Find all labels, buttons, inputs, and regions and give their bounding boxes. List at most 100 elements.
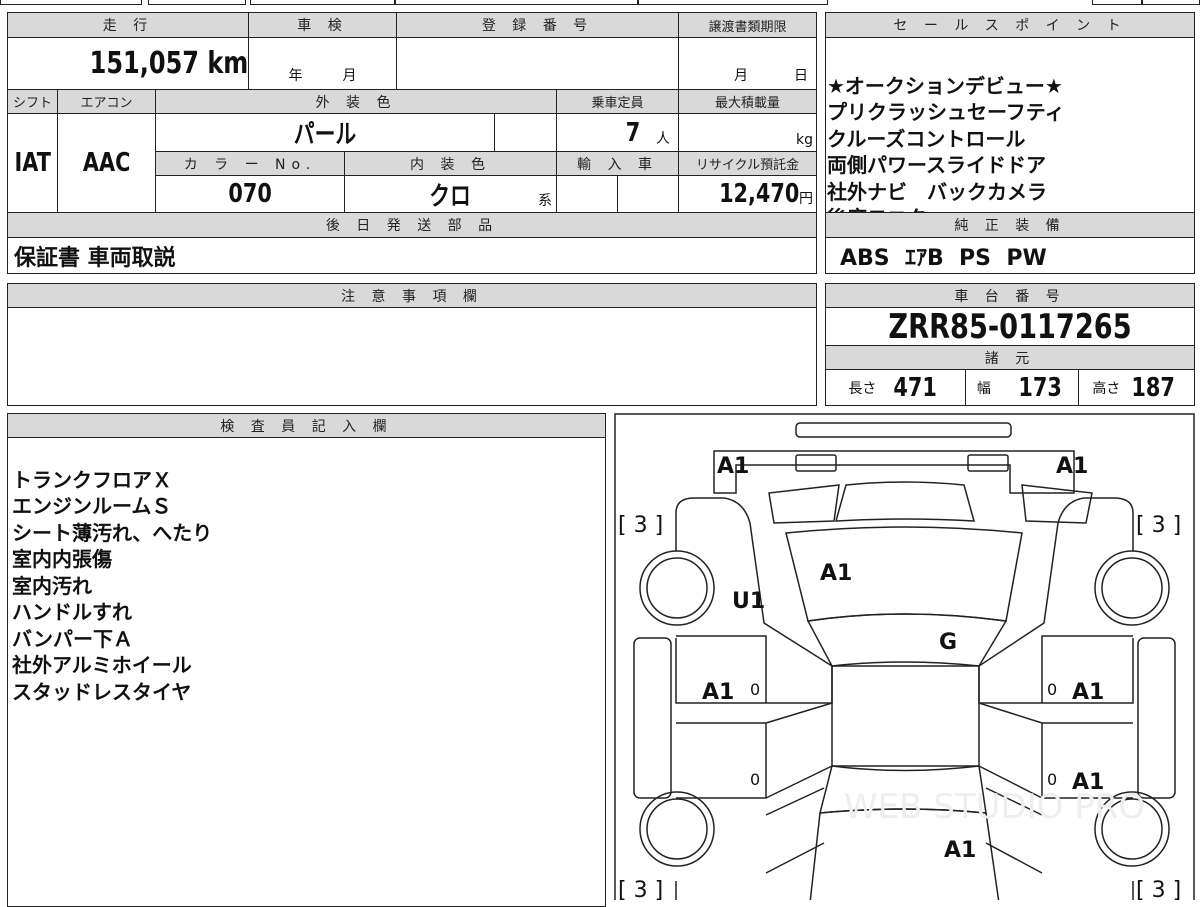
length-value: 471 <box>893 372 938 403</box>
inspector-label: 検 査 員 記 入 欄 <box>7 413 606 438</box>
hood-shape <box>768 481 1093 524</box>
top-strip-cell <box>638 0 828 5</box>
import-value-2 <box>617 175 679 213</box>
day-text: 日 <box>794 68 808 84</box>
notes-box <box>7 307 817 406</box>
damage-mark: G <box>939 630 957 655</box>
inspector-item: スタッドレスタイヤ <box>12 679 192 704</box>
inspector-item: 社外アルミホイール <box>12 653 192 677</box>
sales-point: プリクラッシュセーフティ <box>827 100 1065 124</box>
damage-mark: U1 <box>732 589 765 614</box>
max-load-label: 最大積載量 <box>678 89 817 114</box>
hood-front-shape <box>713 450 1075 494</box>
height-label: 高さ <box>1092 380 1121 397</box>
width-cell: 幅 173 <box>965 369 1079 406</box>
registration-value <box>396 37 679 90</box>
tire-tread: [ 3 ] <box>618 513 663 538</box>
int-color-value: クロ 系 <box>344 175 557 213</box>
ac-value: AAC <box>57 113 156 213</box>
height-cell: 高さ 187 <box>1078 369 1195 406</box>
recycle-unit: 円 <box>799 191 813 207</box>
top-strip-cell <box>1142 0 1200 5</box>
chassis-label: 車 台 番 号 <box>825 283 1195 308</box>
damage-mark: A1 <box>702 680 734 705</box>
sales-point: 社外ナビ バックカメラ <box>827 179 1047 204</box>
zero-mark: 0 <box>750 770 760 789</box>
month-text: 月 <box>342 68 357 84</box>
equipment-value: ABS ｴｱB PS PW <box>825 237 1195 274</box>
zero-mark: 0 <box>1047 680 1057 699</box>
mileage-text: 151,057 km <box>89 46 248 81</box>
ext-color-value: パール <box>155 113 495 152</box>
right-front-fender <box>978 497 1134 704</box>
sales-point: 両側パワースライドドア <box>827 153 1046 177</box>
int-color-text: クロ <box>429 181 472 212</box>
color-no-text: 070 <box>228 179 272 209</box>
capacity-value: 7人 <box>556 113 679 152</box>
inspector-item: トランクフロアＸ <box>12 467 172 492</box>
ext-color-extra <box>494 113 557 152</box>
inspector-item: バンパー下Ａ <box>12 626 133 651</box>
roof-front-shape <box>806 613 1008 667</box>
int-color-label: 内 装 色 <box>344 151 557 176</box>
ac-text: AAC <box>82 148 131 178</box>
length-label: 長さ <box>848 380 877 397</box>
damage-mark: A1 <box>1056 454 1088 479</box>
width-label: 幅 <box>976 380 991 397</box>
month-text: 月 <box>734 68 748 84</box>
shift-label: シフト <box>7 89 58 114</box>
right-step <box>1137 637 1176 799</box>
front-bumper-shape <box>795 422 1012 438</box>
shift-value: IAT <box>7 113 58 213</box>
damage-mark: A1 <box>944 838 976 863</box>
color-no-label: カ ラ ー No. <box>155 151 345 176</box>
ac-label: エアコン <box>57 89 156 114</box>
color-no-value: 070 <box>155 175 345 213</box>
load-unit: kg <box>796 132 813 148</box>
roof-shape <box>831 665 980 767</box>
year-text: 年 <box>288 68 303 84</box>
mileage-value: 151,057 km <box>7 37 249 90</box>
sales-point: ★オークションデビュー★ <box>827 73 1063 98</box>
transfer-deadline-label: 譲渡書類期限 <box>678 12 817 38</box>
inspector-list: トランクフロアＸ エンジンルームＳ シート薄汚れ、へたり 室内内張傷 室内汚れ ハンドルす… <box>12 440 212 732</box>
diagram-border <box>614 413 1195 900</box>
top-strip-cell <box>0 0 142 5</box>
inspector-item: ハンドルすれ <box>12 600 132 624</box>
recycle-label: リサイクル預託金 <box>678 151 817 176</box>
recycle-value: 12,470 円 <box>678 175 817 213</box>
transfer-deadline-value: 月日 <box>678 37 817 90</box>
capacity-text: 7 <box>625 117 641 148</box>
zero-mark: 0 <box>750 680 760 699</box>
width-value: 173 <box>1018 372 1062 403</box>
inspector-item: 室内内張傷 <box>12 547 112 571</box>
max-load-value: kg <box>678 113 817 152</box>
equipment-label: 純 正 装 備 <box>825 212 1195 238</box>
top-strip-cell <box>250 0 395 5</box>
damage-mark: A1 <box>1072 680 1104 705</box>
import-label: 輸 入 車 <box>556 151 679 176</box>
top-strip-cell <box>1092 0 1142 5</box>
height-value: 187 <box>1131 372 1176 403</box>
chassis-value: ZRR85-0117265 <box>825 307 1195 346</box>
int-color-suffix: 系 <box>538 193 552 209</box>
capacity-label: 乗車定員 <box>556 89 679 114</box>
sales-points-label: セ ー ル ス ポ イ ン ト <box>825 12 1195 38</box>
ext-color-text: パール <box>293 120 357 150</box>
left-step <box>633 637 672 799</box>
mileage-label: 走 行 <box>7 12 249 38</box>
shaken-label: 車 検 <box>248 12 397 38</box>
car-damage-diagram: A1 A1 A1 U1 G A1 A1 A1 A1 [ 3 ] [ 3 ] [ … <box>614 413 1195 900</box>
tire-tread: [ 3 ] <box>618 878 663 900</box>
ext-color-label: 外 装 色 <box>155 89 557 114</box>
top-strip-cell <box>148 0 246 5</box>
watermark: WEB STUDIO PRO <box>844 787 1145 827</box>
shaken-value: 年月 <box>248 37 397 90</box>
damage-mark: A1 <box>717 454 749 479</box>
later-parts-label: 後 日 発 送 部 品 <box>7 212 817 238</box>
recycle-text: 12,470 <box>718 179 799 209</box>
inspector-item: シート薄汚れ、へたり <box>12 520 213 545</box>
chassis-number: ZRR85-0117265 <box>888 307 1132 346</box>
import-value <box>556 175 618 213</box>
shift-text: IAT <box>14 148 51 178</box>
